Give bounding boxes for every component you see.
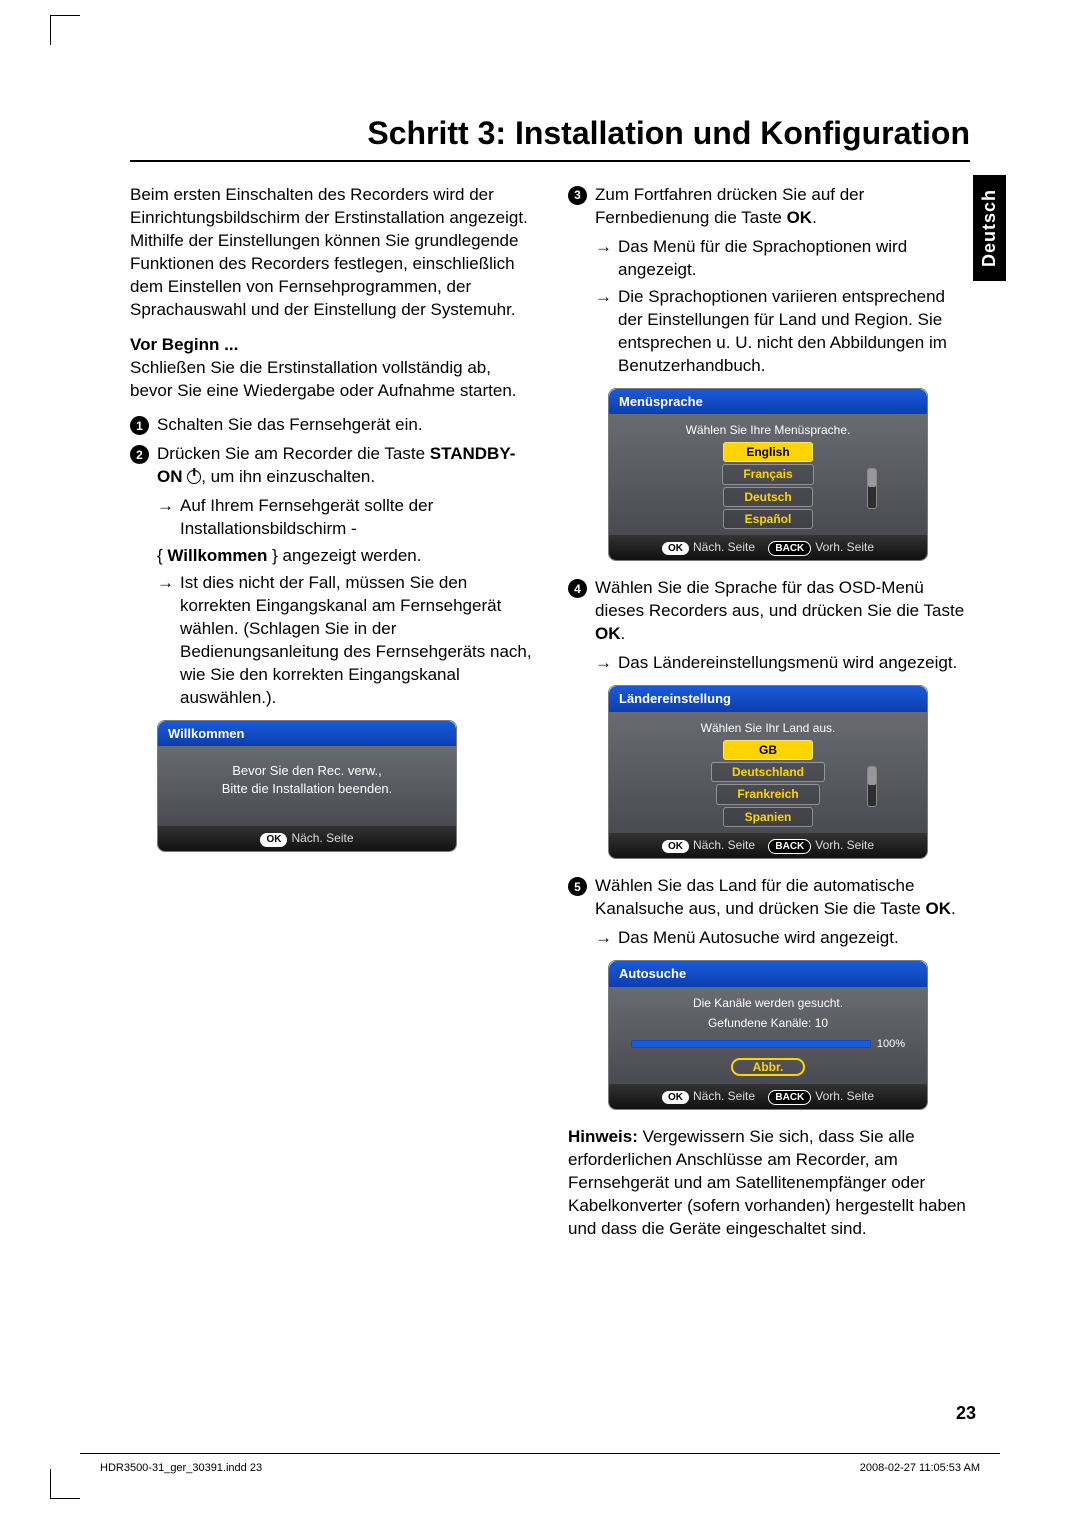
right-column: 3 Zum Fortfahren drücken Sie auf der Fer… (568, 184, 970, 1253)
left-column: Beim ersten Einschalten des Recorders wi… (130, 184, 532, 1253)
option-spanien[interactable]: Spanien (723, 807, 813, 827)
osd-autosuche: Autosuche Die Kanäle werden gesucht. Gef… (608, 960, 928, 1110)
scrollbar-thumb[interactable] (868, 469, 876, 487)
step4-result: Das Ländereinstellungsmenü wird angezeig… (618, 652, 957, 675)
arrow-icon: → (595, 236, 612, 282)
page-content: Schritt 3: Installation und Konfiguratio… (130, 115, 970, 1253)
back-label: Vorh. Seite (815, 1089, 874, 1103)
arrow-icon: → (157, 495, 174, 541)
footer-filename: HDR3500-31_ger_30391.indd 23 (100, 1462, 262, 1474)
crop-mark-bl (50, 1469, 80, 1499)
osd-title: Ländereinstellung (609, 686, 927, 712)
arrow-icon: → (595, 927, 612, 950)
step5-result: Das Menü Autosuche wird angezeigt. (618, 927, 899, 950)
option-francais[interactable]: Français (722, 464, 813, 484)
step-badge-1: 1 (130, 416, 149, 435)
ok-label: Näch. Seite (693, 1089, 755, 1103)
back-label: Vorh. Seite (815, 838, 874, 852)
page-title: Schritt 3: Installation und Konfiguratio… (130, 115, 970, 162)
osd-body: Wählen Sie Ihr Land aus. GB Deutschland … (609, 712, 927, 833)
osd-title: Willkommen (158, 721, 456, 747)
step-badge-3: 3 (568, 186, 587, 205)
intro-text: Beim ersten Einschalten des Recorders wi… (130, 184, 532, 322)
osd-line: Die Kanäle werden gesucht. (621, 995, 915, 1011)
arrow-icon: → (595, 286, 612, 378)
ok-pill: OK (260, 833, 287, 847)
osd-footer: OK Näch. Seite BACK Vorh. Seite (609, 1084, 927, 1110)
step-1-text: Schalten Sie das Fernsehgerät ein. (157, 414, 423, 437)
osd-subtitle: Wählen Sie Ihr Land aus. (621, 720, 915, 736)
osd-line: Gefundene Kanäle: 10 (621, 1015, 915, 1031)
ok-label: Näch. Seite (693, 838, 755, 852)
osd-subtitle: Wählen Sie Ihre Menüsprache. (621, 422, 915, 438)
osd-menusprache: Menüsprache Wählen Sie Ihre Menüsprache.… (608, 388, 928, 562)
osd-body: Bevor Sie den Rec. verw., Bitte die Inst… (158, 746, 456, 826)
footer-timestamp: 2008-02-27 11:05:53 AM (860, 1462, 980, 1474)
hinweis-label: Hinweis: (568, 1127, 638, 1146)
step-2-text: Drücken Sie am Recorder die Taste STANDB… (157, 443, 532, 489)
option-list: GB Deutschland Frankreich Spanien (621, 740, 915, 827)
back-pill: BACK (768, 839, 811, 855)
option-frankreich[interactable]: Frankreich (716, 784, 819, 804)
arrow-icon: → (595, 652, 612, 675)
step-badge-4: 4 (568, 579, 587, 598)
osd-title: Autosuche (609, 961, 927, 987)
option-list: English Français Deutsch Español (621, 442, 915, 529)
step-4-text: Wählen Sie die Sprache für das OSD-Menü … (595, 577, 970, 646)
scrollbar[interactable] (867, 766, 877, 807)
ok-pill: OK (662, 1091, 689, 1105)
step-3-text: Zum Fortfahren drücken Sie auf der Fernb… (595, 184, 970, 230)
osd-footer: OK Näch. Seite BACK Vorh. Seite (609, 833, 927, 859)
osd-willkommen: Willkommen Bevor Sie den Rec. verw., Bit… (157, 720, 457, 852)
ok-label: Näch. Seite (693, 540, 755, 554)
step3-result1: Das Menü für die Sprachoptionen wird ang… (618, 236, 970, 282)
step-badge-2: 2 (130, 445, 149, 464)
vor-beginn-label: Vor Beginn ... (130, 335, 238, 354)
osd-line: Bitte die Installation beenden. (170, 780, 444, 798)
step-badge-5: 5 (568, 877, 587, 896)
progress-bar (631, 1040, 871, 1048)
crop-mark-tl (50, 15, 80, 45)
footer-rule (80, 1453, 1000, 1454)
step-5-text: Wählen Sie das Land für die automatische… (595, 875, 970, 921)
back-pill: BACK (768, 541, 811, 557)
option-espanol[interactable]: Español (723, 509, 813, 529)
back-label: Vorh. Seite (815, 540, 874, 554)
vor-beginn-text: Schließen Sie die Erstinstallation volls… (130, 358, 517, 400)
scrollbar[interactable] (867, 468, 877, 509)
ok-pill: OK (662, 840, 689, 854)
osd-body: Wählen Sie Ihre Menüsprache. English Fra… (609, 414, 927, 535)
ok-label: Näch. Seite (291, 831, 353, 845)
option-gb[interactable]: GB (723, 740, 813, 760)
osd-footer: OK Näch. Seite BACK Vorh. Seite (609, 535, 927, 561)
back-pill: BACK (768, 1090, 811, 1106)
step2-result1: Auf Ihrem Fernsehgerät sollte der Instal… (180, 495, 532, 541)
scrollbar-thumb[interactable] (868, 767, 876, 785)
step2-result2: Ist dies nicht der Fall, müssen Sie den … (180, 572, 532, 710)
willkommen-brace: { Willkommen } angezeigt werden. (157, 545, 532, 568)
option-english[interactable]: English (723, 442, 813, 462)
standby-icon (187, 470, 201, 484)
osd-body: Die Kanäle werden gesucht. Gefundene Kan… (609, 987, 927, 1084)
arrow-icon: → (157, 572, 174, 710)
ok-pill: OK (662, 542, 689, 556)
osd-footer: OK Näch. Seite (158, 826, 456, 851)
option-deutschland[interactable]: Deutschland (711, 762, 825, 782)
abort-button[interactable]: Abbr. (731, 1058, 806, 1076)
step3-result2: Die Sprachoptionen variieren entsprechen… (618, 286, 970, 378)
osd-title: Menüsprache (609, 389, 927, 415)
language-tab: Deutsch (973, 175, 1006, 281)
page-number: 23 (956, 1403, 976, 1424)
progress-percent: 100% (877, 1037, 905, 1052)
option-deutsch[interactable]: Deutsch (723, 487, 813, 507)
osd-line: Bevor Sie den Rec. verw., (170, 762, 444, 780)
hinweis: Hinweis: Vergewissern Sie sich, dass Sie… (568, 1126, 970, 1241)
osd-landereinstellung: Ländereinstellung Wählen Sie Ihr Land au… (608, 685, 928, 859)
